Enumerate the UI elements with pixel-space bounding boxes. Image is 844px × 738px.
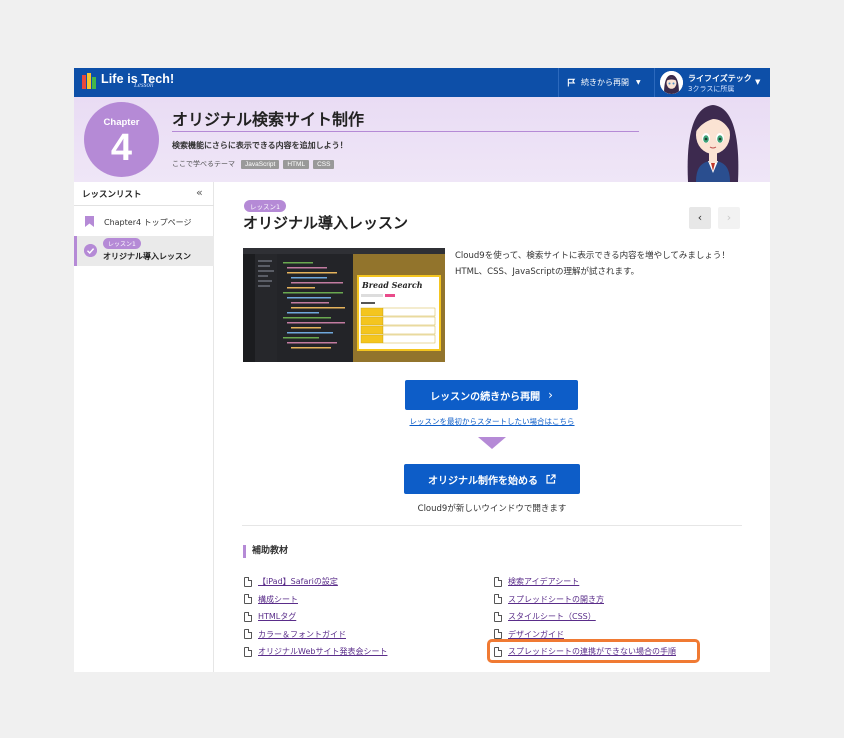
material-item[interactable]: 構成シート xyxy=(244,591,484,609)
start-original-button[interactable]: オリジナル制作を始める xyxy=(404,464,580,494)
theme-tag: CSS xyxy=(313,159,335,169)
document-icon xyxy=(494,576,502,587)
thumbnail-title: Bread Search xyxy=(362,280,423,290)
document-icon xyxy=(244,576,252,587)
mascot-character-illustration xyxy=(687,105,739,182)
top-bar: Life is Tech! Lesson 続きから再開 ▼ ライフイズテック 3… xyxy=(74,68,770,97)
collapse-sidebar-icon[interactable]: « xyxy=(196,186,203,199)
lesson-title: オリジナル導入レッスン xyxy=(243,214,409,232)
logo-subtitle: Lesson xyxy=(134,81,154,89)
material-link[interactable]: スプレッドシートの開き方 xyxy=(508,594,604,605)
cloud9-note: Cloud9が新しいウインドウで開きます xyxy=(417,504,567,514)
resume-lesson-button[interactable]: レッスンの続きから再開 › xyxy=(405,380,578,410)
check-circle-icon xyxy=(84,244,97,257)
document-icon xyxy=(494,594,502,605)
theme-label: ここで学べるテーマ xyxy=(172,160,235,168)
material-item[interactable]: スプレッドシートの開き方 xyxy=(494,591,734,609)
material-link[interactable]: HTMLタグ xyxy=(258,611,296,622)
sidebar-item-label: Chapter4 トップページ xyxy=(104,218,192,227)
document-icon xyxy=(494,611,502,622)
caret-down-icon: ▼ xyxy=(755,78,761,86)
chapter-description: 検索機能にさらに表示できる内容を追加しよう！ xyxy=(172,141,348,150)
chevron-right-icon: › xyxy=(548,388,553,402)
document-icon xyxy=(244,594,252,605)
sidebar-item-chapter-top[interactable]: Chapter4 トップページ xyxy=(74,206,214,236)
chapter-number: 4 xyxy=(110,127,133,169)
user-name: ライフイズテック xyxy=(688,74,752,83)
material-item[interactable]: 【iPad】Safariの設定 xyxy=(244,573,484,591)
lesson-description: Cloud9を使って、検索サイトに表示できる内容を増やしてみましょう！ HTML… xyxy=(455,251,730,277)
lesson-content: レッスン1 オリジナル導入レッスン ‹ › Bread Search Cloud… xyxy=(214,182,770,672)
material-item[interactable]: カラー＆フォントガイド xyxy=(244,626,484,644)
lesson-tag: レッスン1 xyxy=(244,200,287,212)
document-icon xyxy=(494,629,502,640)
theme-tag: JavaScript xyxy=(241,159,280,169)
theme-row: ここで学べるテーマ JavaScript HTML CSS xyxy=(172,159,335,169)
resume-top-button[interactable]: 続きから再開 ▼ xyxy=(558,68,654,97)
resume-lesson-label: レッスンの続きから再開 xyxy=(430,391,541,403)
logo-icon xyxy=(82,73,97,89)
document-icon xyxy=(244,629,252,640)
material-item[interactable]: HTMLタグ xyxy=(244,608,484,626)
chapter-badge: Chapter 4 xyxy=(84,102,159,177)
app-window: Life is Tech! Lesson 続きから再開 ▼ ライフイズテック 3… xyxy=(74,68,770,672)
bookmark-icon xyxy=(85,216,94,227)
materials-list-left: 【iPad】Safariの設定 構成シート HTMLタグ カラー＆フォントガイド… xyxy=(244,573,484,661)
sidebar-item-label: オリジナル導入レッスン xyxy=(103,252,191,261)
start-original-label: オリジナル制作を始める xyxy=(428,475,538,487)
resume-top-label: 続きから再開 xyxy=(581,78,629,87)
materials-heading: 補助教材 xyxy=(243,545,288,558)
material-link[interactable]: スタイルシート（CSS） xyxy=(508,611,596,622)
next-lesson-button[interactable]: › xyxy=(718,207,740,229)
lesson-tag: レッスン1 xyxy=(103,238,141,249)
document-icon xyxy=(244,646,252,657)
title-underline xyxy=(172,131,639,132)
sidebar-header: レッスンリスト « xyxy=(74,182,214,206)
sidebar-item-lesson1[interactable]: レッスン1 オリジナル導入レッスン xyxy=(74,236,214,266)
material-link[interactable]: 【iPad】Safariの設定 xyxy=(258,576,338,587)
down-arrow-icon xyxy=(478,437,506,449)
theme-tag: HTML xyxy=(283,159,310,169)
material-item[interactable]: 検索アイデアシート xyxy=(494,573,734,591)
material-link[interactable]: カラー＆フォントガイド xyxy=(258,629,346,640)
avatar xyxy=(660,71,683,94)
logo[interactable]: Life is Tech! xyxy=(82,72,174,93)
highlight-box xyxy=(487,639,700,663)
user-menu[interactable]: ライフイズテック 3クラスに所属 ▼ xyxy=(654,68,770,97)
lesson-thumbnail: Bread Search xyxy=(243,248,445,362)
document-icon xyxy=(244,611,252,622)
chapter-header: Chapter 4 オリジナル検索サイト制作 検索機能にさらに表示できる内容を追… xyxy=(74,97,770,182)
material-link[interactable]: 構成シート xyxy=(258,594,298,605)
user-class: 3クラスに所属 xyxy=(688,85,735,93)
material-item[interactable]: オリジナルWebサイト発表会シート xyxy=(244,643,484,661)
external-link-icon xyxy=(546,474,556,484)
previous-lesson-button[interactable]: ‹ xyxy=(689,207,711,229)
caret-down-icon: ▼ xyxy=(636,79,641,86)
lesson-sidebar: レッスンリスト « Chapter4 トップページ レッスン1 オリジナル導入レ… xyxy=(74,182,214,672)
restart-lesson-link[interactable]: レッスンを最初からスタートしたい場合はこちら xyxy=(214,416,770,427)
section-divider xyxy=(242,525,742,526)
material-link[interactable]: オリジナルWebサイト発表会シート xyxy=(258,646,387,657)
page-title: オリジナル検索サイト制作 xyxy=(172,110,365,129)
sidebar-title: レッスンリスト xyxy=(82,190,142,200)
flag-icon xyxy=(567,78,576,87)
material-item[interactable]: スタイルシート（CSS） xyxy=(494,608,734,626)
material-link[interactable]: 検索アイデアシート xyxy=(508,576,579,587)
